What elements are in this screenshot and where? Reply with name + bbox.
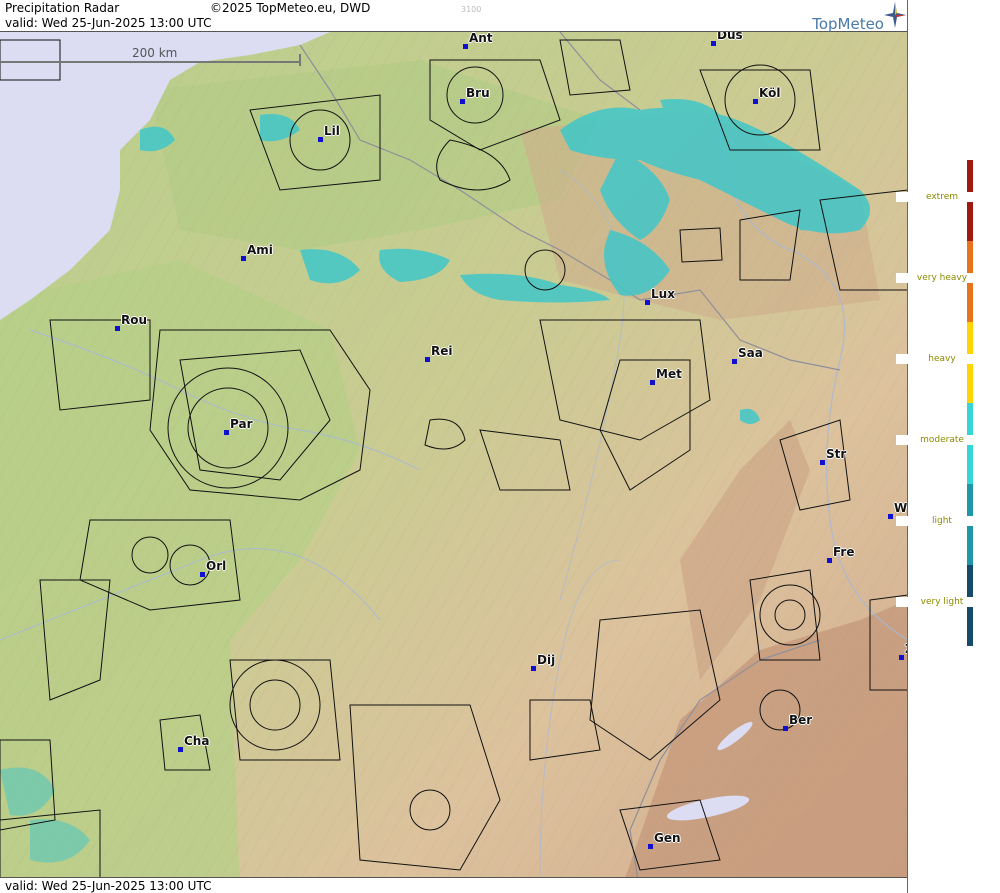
city-marker-fre (827, 558, 832, 563)
city-label-cha: Cha (184, 734, 210, 748)
city-label-orl: Orl (206, 559, 227, 573)
legend-label-very-heavy: very heavy (896, 273, 988, 283)
city-label-saa: Saa (738, 346, 763, 360)
city-label-ant: Ant (469, 31, 493, 45)
legend-label-light: light (896, 516, 988, 526)
city-label-gen: Gen (654, 831, 681, 845)
city-label-w: W (894, 501, 908, 515)
valid-time: valid: Wed 25-Jun-2025 13:00 UTC (5, 16, 212, 30)
map-title: Precipitation Radar (5, 1, 120, 15)
city-marker-rou (115, 326, 120, 331)
city-label-str: Str (826, 447, 847, 461)
city-marker-ber (783, 726, 788, 731)
city-marker-saa (732, 359, 737, 364)
legend-label-extrem: extrem (896, 192, 988, 202)
map-footer: valid: Wed 25-Jun-2025 13:00 UTC (0, 877, 907, 893)
city-marker-gen (648, 844, 653, 849)
city-marker-bru (460, 99, 465, 104)
radar-map: 200 km Ant Düs Bru Köl Lil Ami Lux Rou Rei Saa Met… (0, 0, 908, 893)
city-label-lil: Lil (324, 124, 340, 138)
city-marker-lux (645, 300, 650, 305)
city-label-bru: Bru (466, 86, 490, 100)
city-marker-dij (531, 666, 536, 671)
city-label-kol: Köl (759, 86, 781, 100)
city-label-ber: Ber (789, 713, 813, 727)
city-label-lux: Lux (651, 287, 675, 301)
city-marker-w (888, 514, 893, 519)
footer-valid-time: valid: Wed 25-Jun-2025 13:00 UTC (5, 879, 212, 893)
legend-label-moderate: moderate (896, 435, 988, 445)
city-marker-ant (463, 44, 468, 49)
city-label-fre: Fre (833, 545, 855, 559)
city-label-rou: Rou (121, 313, 148, 327)
city-marker-rei (425, 357, 430, 362)
city-marker-z (899, 655, 904, 660)
city-marker-cha (178, 747, 183, 752)
compass-star-icon (884, 2, 906, 28)
city-marker-orl (200, 572, 205, 577)
city-marker-str (820, 460, 825, 465)
elevation-marker: 3100 (461, 5, 482, 14)
city-marker-ami (241, 256, 246, 261)
map-header: Precipitation Radar ©2025 TopMeteo.eu, D… (0, 0, 907, 33)
copyright-text: ©2025 TopMeteo.eu, DWD (210, 1, 371, 15)
legend-label-heavy: heavy (896, 354, 988, 364)
city-label-met: Met (656, 367, 682, 381)
scale-label: 200 km (132, 46, 178, 60)
city-label-dij: Dij (537, 653, 556, 667)
topmeteo-logo: TopMeteo (812, 15, 884, 33)
map-canvas (0, 0, 907, 893)
city-marker-kol (753, 99, 758, 104)
city-marker-lil (318, 137, 323, 142)
city-marker-par (224, 430, 229, 435)
city-label-rei: Rei (431, 344, 453, 358)
city-marker-met (650, 380, 655, 385)
city-marker-dus (711, 41, 716, 46)
legend-label-very-light: very light (896, 597, 988, 607)
precipitation-legend (908, 0, 1000, 893)
city-label-ami: Ami (247, 243, 273, 257)
city-label-par: Par (230, 417, 253, 431)
